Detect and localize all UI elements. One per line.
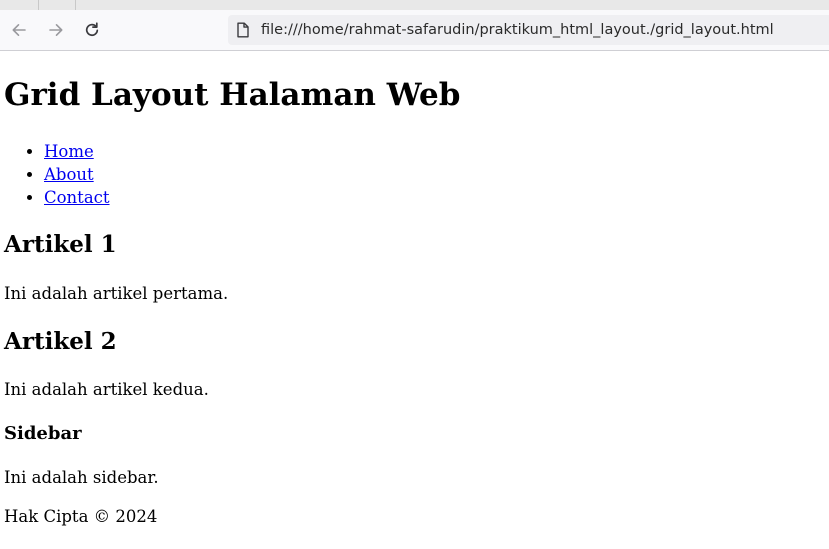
nav-item-home: Home xyxy=(44,140,110,163)
tab-strip xyxy=(0,0,829,10)
back-button[interactable] xyxy=(8,19,30,41)
nav-link-contact[interactable]: Contact xyxy=(44,188,110,207)
article-1-text: Ini adalah artikel pertama. xyxy=(4,284,229,303)
sidebar-text: Ini adalah sidebar. xyxy=(4,468,159,487)
nav-link-home[interactable]: Home xyxy=(44,142,94,161)
page-title: Grid Layout Halaman Web xyxy=(4,77,461,113)
nav-item-contact: Contact xyxy=(44,186,110,209)
article-2-heading: Artikel 2 xyxy=(4,328,117,355)
article-1-heading: Artikel 1 xyxy=(4,231,117,258)
arrow-left-icon xyxy=(12,24,26,36)
tab-divider xyxy=(38,0,39,10)
file-icon xyxy=(236,22,250,38)
nav-link-about[interactable]: About xyxy=(44,165,94,184)
forward-button[interactable] xyxy=(45,19,67,41)
sidebar-heading: Sidebar xyxy=(4,423,82,444)
reload-button[interactable] xyxy=(81,19,103,41)
footer-text: Hak Cipta © 2024 xyxy=(4,507,158,526)
browser-toolbar: file:///home/rahmat-safarudin/praktikum_… xyxy=(0,10,829,51)
article-2-text: Ini adalah artikel kedua. xyxy=(4,380,209,399)
arrow-right-icon xyxy=(49,24,63,36)
nav-item-about: About xyxy=(44,163,110,186)
nav-list: Home About Contact xyxy=(0,140,110,209)
tab-divider xyxy=(75,0,76,10)
page-content: Grid Layout Halaman Web Home About Conta… xyxy=(0,51,829,549)
address-bar-url: file:///home/rahmat-safarudin/praktikum_… xyxy=(261,22,774,38)
reload-icon xyxy=(85,22,99,37)
address-bar[interactable]: file:///home/rahmat-safarudin/praktikum_… xyxy=(228,15,829,45)
